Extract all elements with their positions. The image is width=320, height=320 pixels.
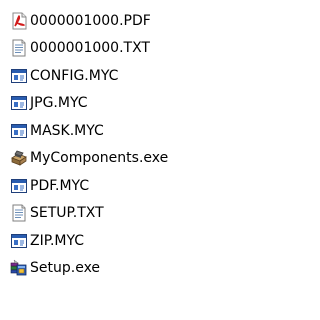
file-item-setup-txt[interactable]: SETUP.TXT xyxy=(10,200,280,228)
file-name: Setup.exe xyxy=(30,260,101,277)
setup-package-icon xyxy=(10,259,28,277)
file-item-zip-myc[interactable]: ZIP.MYC xyxy=(10,227,280,255)
installer-box-icon xyxy=(10,149,28,167)
window-file-icon xyxy=(10,67,28,85)
file-item-jpg-myc[interactable]: JPG.MYC xyxy=(10,90,280,118)
file-list: 0000001000.PDF 0000001000.TXT CONFIG.MYC… xyxy=(10,7,280,282)
file-name: CONFIG.MYC xyxy=(30,67,119,84)
file-name: 0000001000.TXT xyxy=(30,40,150,57)
file-item-mycomponents-exe[interactable]: MyComponents.exe xyxy=(10,145,280,173)
pdf-icon xyxy=(10,12,28,30)
window-file-icon xyxy=(10,177,28,195)
file-name: 0000001000.PDF xyxy=(30,12,151,29)
window-file-icon xyxy=(10,232,28,250)
window-file-icon xyxy=(10,94,28,112)
file-name: ZIP.MYC xyxy=(30,232,85,249)
file-item-0000001000-pdf[interactable]: 0000001000.PDF xyxy=(10,7,280,35)
file-name: PDF.MYC xyxy=(30,177,90,194)
window-file-icon xyxy=(10,122,28,140)
text-file-icon xyxy=(10,39,28,57)
file-name: JPG.MYC xyxy=(30,95,88,112)
file-name: MASK.MYC xyxy=(30,122,104,139)
file-item-config-myc[interactable]: CONFIG.MYC xyxy=(10,62,280,90)
file-item-mask-myc[interactable]: MASK.MYC xyxy=(10,117,280,145)
file-item-pdf-myc[interactable]: PDF.MYC xyxy=(10,172,280,200)
file-item-0000001000-txt[interactable]: 0000001000.TXT xyxy=(10,35,280,63)
text-file-icon xyxy=(10,204,28,222)
file-item-setup-exe[interactable]: Setup.exe xyxy=(10,255,280,283)
file-name: SETUP.TXT xyxy=(30,205,104,222)
file-name: MyComponents.exe xyxy=(30,150,169,167)
